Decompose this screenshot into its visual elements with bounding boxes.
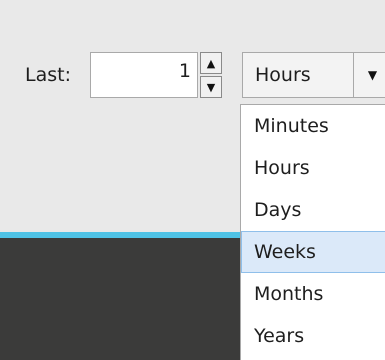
combobox-dropdown-button[interactable]: ▼ — [354, 53, 385, 97]
triangle-up-icon: ▲ — [206, 56, 216, 70]
last-label: Last: — [25, 64, 71, 86]
dropdown-option-days[interactable]: Days — [241, 189, 385, 231]
dropdown-option-minutes[interactable]: Minutes — [241, 105, 385, 147]
dropdown-option-years[interactable]: Years — [241, 315, 385, 357]
unit-dropdown-list: Minutes Hours Days Weeks Months Years — [240, 104, 385, 360]
time-range-panel: Last: 1 ▲ ▼ Hours ▼ Minutes Hours Days W… — [0, 0, 385, 360]
spin-up-button[interactable]: ▲ — [200, 52, 222, 74]
chevron-down-icon: ▼ — [367, 68, 378, 82]
spin-down-button[interactable]: ▼ — [200, 76, 222, 98]
dropdown-option-months[interactable]: Months — [241, 273, 385, 315]
dropdown-option-hours[interactable]: Hours — [241, 147, 385, 189]
dropdown-option-weeks[interactable]: Weeks — [241, 231, 385, 273]
count-spinner: ▲ ▼ — [200, 52, 222, 98]
last-count-input[interactable]: 1 — [90, 52, 198, 98]
unit-combobox[interactable]: Hours ▼ — [242, 52, 385, 98]
triangle-down-icon: ▼ — [206, 80, 216, 94]
unit-combobox-value: Hours — [255, 64, 311, 86]
